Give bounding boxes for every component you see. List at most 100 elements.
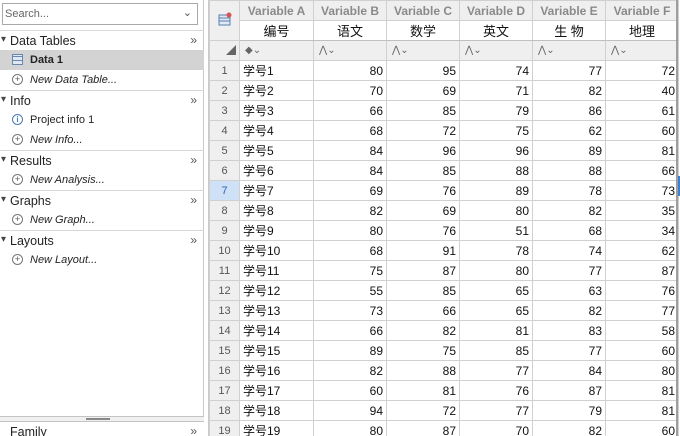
data-cell[interactable]: 96	[386, 140, 460, 161]
data-cell[interactable]: 84	[313, 160, 387, 181]
data-cell[interactable]: 87	[605, 260, 679, 281]
column-type-dropdown[interactable]: ◆⌄	[239, 40, 314, 61]
chevron-double-icon[interactable]: »	[190, 193, 197, 207]
data-cell[interactable]: 96	[459, 140, 533, 161]
nav-item-new-analysis[interactable]: + New Analysis...	[0, 170, 204, 190]
row-number[interactable]: 1	[209, 60, 240, 81]
data-cell[interactable]: 72	[605, 60, 679, 81]
column-label[interactable]: 地理	[605, 20, 679, 41]
data-cell[interactable]: 85	[386, 280, 460, 301]
data-cell[interactable]: 80	[313, 60, 387, 81]
row-number[interactable]: 19	[209, 420, 240, 436]
data-cell[interactable]: 68	[313, 240, 387, 261]
data-cell[interactable]: 89	[459, 180, 533, 201]
data-cell[interactable]: 87	[386, 260, 460, 281]
row-number[interactable]: 10	[209, 240, 240, 261]
data-cell[interactable]: 66	[313, 100, 387, 121]
data-cell[interactable]: 75	[459, 120, 533, 141]
data-cell[interactable]: 40	[605, 80, 679, 101]
data-cell[interactable]: 60	[605, 120, 679, 141]
data-cell[interactable]: 学号12	[239, 280, 314, 301]
data-cell[interactable]: 75	[313, 260, 387, 281]
chevron-down-icon[interactable]: ⌄	[183, 6, 192, 19]
data-cell[interactable]: 73	[313, 300, 387, 321]
column-type-dropdown[interactable]: ⋀⌄	[313, 40, 387, 61]
row-number[interactable]: 6	[209, 160, 240, 181]
column-header[interactable]: Variable F	[605, 0, 679, 21]
expand-arrow-icon[interactable]: ▾	[1, 154, 6, 165]
row-number[interactable]: 15	[209, 340, 240, 361]
nav-item-new-layout[interactable]: + New Layout...	[0, 250, 204, 270]
data-cell[interactable]: 82	[532, 200, 606, 221]
data-cell[interactable]: 72	[386, 120, 460, 141]
chevron-double-icon[interactable]: »	[190, 93, 197, 107]
row-number[interactable]: 14	[209, 320, 240, 341]
row-number[interactable]: 11	[209, 260, 240, 281]
column-label[interactable]: 语文	[313, 20, 387, 41]
column-label[interactable]: 英文	[459, 20, 533, 41]
data-cell[interactable]: 73	[605, 180, 679, 201]
data-cell[interactable]: 63	[532, 280, 606, 301]
data-cell[interactable]: 学号14	[239, 320, 314, 341]
data-cell[interactable]: 学号7	[239, 180, 314, 201]
data-cell[interactable]: 58	[605, 320, 679, 341]
column-type-dropdown[interactable]: ⋀⌄	[459, 40, 533, 61]
data-cell[interactable]: 学号15	[239, 340, 314, 361]
data-cell[interactable]: 69	[386, 80, 460, 101]
data-cell[interactable]: 学号3	[239, 100, 314, 121]
data-cell[interactable]: 学号4	[239, 120, 314, 141]
data-cell[interactable]: 学号10	[239, 240, 314, 261]
data-cell[interactable]: 82	[532, 420, 606, 436]
data-cell[interactable]: 学号16	[239, 360, 314, 381]
data-cell[interactable]: 68	[532, 220, 606, 241]
search-input[interactable]: Search...	[5, 8, 49, 20]
data-cell[interactable]: 学号11	[239, 260, 314, 281]
row-number[interactable]: 3	[209, 100, 240, 121]
data-cell[interactable]: 85	[459, 340, 533, 361]
sheet-corner-icon[interactable]	[209, 0, 240, 41]
row-number[interactable]: 7	[209, 180, 240, 201]
data-cell[interactable]: 69	[386, 200, 460, 221]
data-cell[interactable]: 89	[532, 140, 606, 161]
data-cell[interactable]: 76	[459, 380, 533, 401]
data-cell[interactable]: 87	[532, 380, 606, 401]
data-cell[interactable]: 80	[459, 260, 533, 281]
section-results[interactable]: ▾ Results »	[0, 150, 204, 170]
expand-arrow-icon[interactable]: ▾	[1, 34, 6, 45]
chevron-double-icon[interactable]: »	[190, 153, 197, 167]
data-cell[interactable]: 学号17	[239, 380, 314, 401]
column-label[interactable]: 生 物	[532, 20, 606, 41]
data-cell[interactable]: 81	[605, 380, 679, 401]
data-cell[interactable]: 79	[459, 100, 533, 121]
family-section[interactable]: Family »	[0, 421, 204, 436]
data-cell[interactable]: 77	[532, 260, 606, 281]
data-cell[interactable]: 34	[605, 220, 679, 241]
data-cell[interactable]: 72	[386, 400, 460, 421]
column-type-dropdown[interactable]: ⋀⌄	[605, 40, 679, 61]
data-cell[interactable]: 82	[386, 320, 460, 341]
row-number[interactable]: 12	[209, 280, 240, 301]
data-cell[interactable]: 84	[313, 140, 387, 161]
data-cell[interactable]: 77	[459, 360, 533, 381]
column-header[interactable]: Variable A	[239, 0, 314, 21]
data-cell[interactable]: 69	[313, 180, 387, 201]
data-cell[interactable]: 80	[313, 420, 387, 436]
data-cell[interactable]: 87	[386, 420, 460, 436]
data-cell[interactable]: 94	[313, 400, 387, 421]
data-cell[interactable]: 51	[459, 220, 533, 241]
data-cell[interactable]: 62	[532, 120, 606, 141]
data-cell[interactable]: 75	[386, 340, 460, 361]
data-cell[interactable]: 77	[532, 60, 606, 81]
data-cell[interactable]: 83	[532, 320, 606, 341]
data-cell[interactable]: 70	[313, 80, 387, 101]
column-label[interactable]: 数学	[386, 20, 460, 41]
data-cell[interactable]: 74	[532, 240, 606, 261]
row-number[interactable]: 2	[209, 80, 240, 101]
data-cell[interactable]: 78	[532, 180, 606, 201]
data-cell[interactable]: 88	[532, 160, 606, 181]
column-header[interactable]: Variable D	[459, 0, 533, 21]
data-cell[interactable]: 61	[605, 100, 679, 121]
row-number[interactable]: 9	[209, 220, 240, 241]
expand-arrow-icon[interactable]: ▾	[1, 194, 6, 205]
column-header[interactable]: Variable B	[313, 0, 387, 21]
